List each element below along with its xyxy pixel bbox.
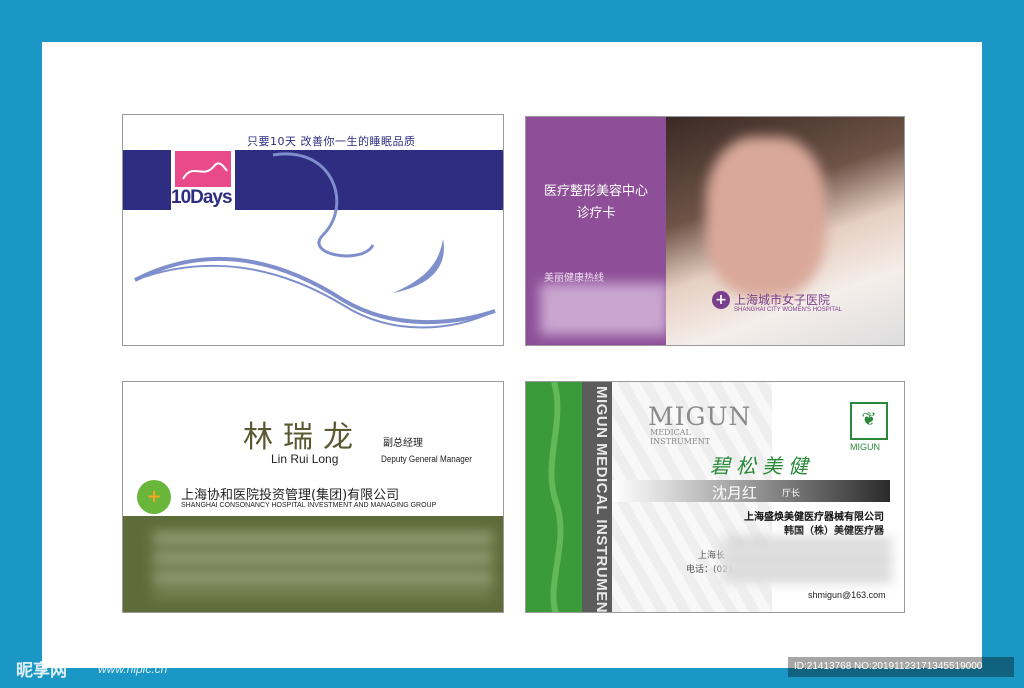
card3-blurred-contacts [153, 532, 493, 596]
card2-title-line1: 医疗整形美容中心 [543, 184, 648, 199]
business-card-lin: 林瑞龙 Lin Rui Long 副总经理 Deputy General Man… [122, 381, 504, 613]
card2-hospital-en: SHANGHAI CITY WOMEN'S HOSPITAL [734, 307, 842, 313]
card3-contact-panel [123, 516, 503, 612]
card4-email: shmigun@163.com [808, 590, 886, 600]
card4-role: 厅长 [782, 489, 801, 499]
card4-logo-text: MIGUN [850, 442, 880, 452]
card3-title-cn: 副总经理 [383, 438, 423, 449]
card4-slogan: 碧松美健 [710, 454, 814, 478]
card4-company1: 上海盛焕美健医疗器械有限公司 [744, 512, 884, 523]
card3-company-en: SHANGHAI CONSONANCY HOSPITAL INVESTMENT … [181, 502, 437, 509]
card3-company-cn: 上海协和医院投资管理(集团)有限公司 [181, 488, 400, 503]
card2-purple-panel: 医疗整形美容中心 诊疗卡 美丽健康热线 [526, 117, 668, 345]
card4-company2: 韩国（株）美健医疗器 [784, 526, 884, 537]
card3-name-pinyin: Lin Rui Long [271, 452, 339, 466]
card2-title: 医疗整形美容中心 诊疗卡 [526, 181, 666, 225]
watermark-id: ID:21413768 NO:20191123171345519000 [788, 657, 1014, 677]
card2-blurred-phone [540, 283, 668, 335]
card4-brand: MIGUN [648, 402, 752, 431]
watermark-site: 昵享网 [16, 661, 67, 681]
card3-title-en: Deputy General Manager [381, 454, 472, 464]
group-logo-icon: + [137, 480, 171, 514]
card2-hospital-name: 上海城市女子医院 [734, 293, 831, 307]
business-card-migun: MIGUN MEDICAL INSTRUMENT MIGUN MEDICAL I… [525, 381, 905, 613]
card4-blurred-contacts [722, 538, 892, 586]
card1-logo-text: 10Days [171, 187, 233, 208]
card4-green-strip [526, 382, 582, 612]
card1-logo-pink-block [175, 151, 231, 187]
card4-vertical-text: MIGUN MEDICAL INSTRUMENT [593, 386, 610, 613]
cross-icon: + [712, 291, 730, 309]
card4-address-prefix: 上海长 [698, 551, 726, 561]
card2-hotline-label: 美丽健康热线 [544, 273, 604, 284]
card4-brand-sub: MEDICAL INSTRUMENT [650, 428, 711, 446]
card2-blurred-face [706, 137, 826, 297]
leaf-logo-icon: ❦ [850, 402, 888, 440]
business-card-10days: 只要10天 改善你一生的睡眠品质 10Days [122, 114, 504, 346]
watermark-url: www.nipic.cn [98, 662, 168, 676]
card2-title-line2: 诊疗卡 [576, 206, 616, 221]
card4-name: 沈月红 [712, 484, 758, 502]
business-card-hospital: 医疗整形美容中心 诊疗卡 美丽健康热线 + 上海城市女子医院 SHANGHAI … [525, 116, 905, 346]
card3-name-cn: 林瑞龙 [243, 420, 363, 455]
card1-logo: 10Days [171, 149, 235, 211]
